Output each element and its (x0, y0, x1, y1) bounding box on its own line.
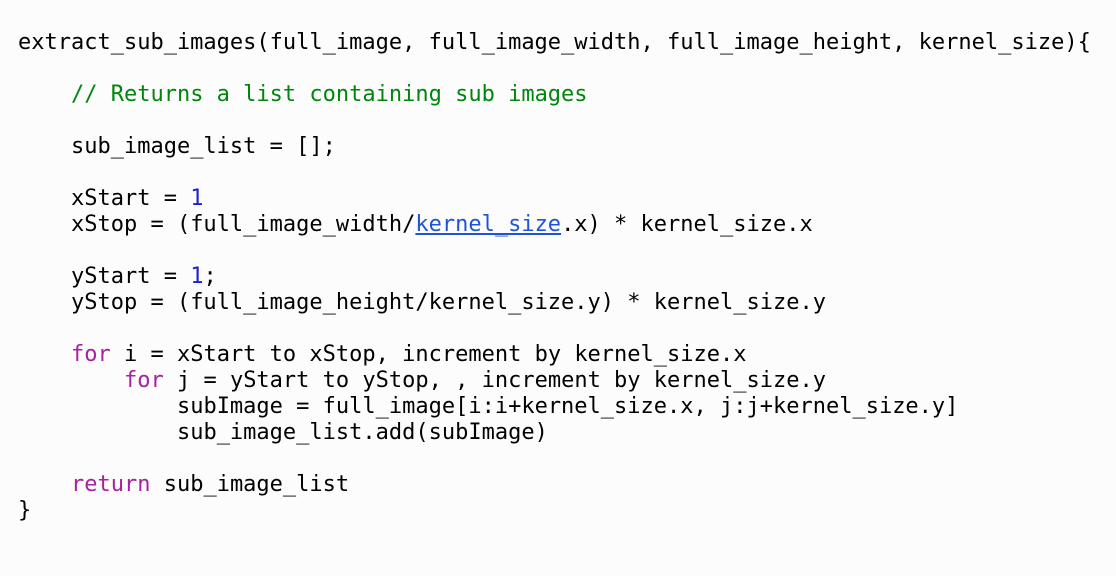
outer-loop-header: i = xStart to xStop, increment by kernel… (110, 342, 747, 367)
for-keyword: for (70, 342, 111, 367)
closing-brace-line: } (18, 498, 1091, 524)
inner-loop-header: j = yStart to yStop, , increment by kern… (163, 368, 826, 393)
function-signature: extract_sub_images(full_image, full_imag… (18, 30, 1091, 55)
for-keyword: for (123, 368, 164, 393)
subimage-line: subImage = full_image[i:i+kernel_size.x,… (18, 394, 1091, 420)
inner-loop-line: for j = yStart to yStop, , increment by … (18, 368, 1091, 394)
ystart-assignment: yStart = (70, 264, 191, 289)
return-line: return sub_image_list (18, 472, 1091, 498)
semicolon: ; (203, 264, 217, 289)
list-add-statement: sub_image_list.add(subImage) (176, 420, 548, 445)
list-add-line: sub_image_list.add(subImage) (18, 420, 1091, 446)
return-value: sub_image_list (150, 472, 350, 497)
list-init-statement: sub_image_list = []; (70, 134, 336, 159)
code-comment: // Returns a list containing sub images (70, 82, 588, 107)
list-init-line: sub_image_list = []; (18, 134, 1091, 160)
xstop-line: xStop = (full_image_width/kernel_size.x)… (18, 212, 1091, 238)
xstart-value: 1 (190, 186, 204, 211)
xstop-assignment: xStop = (full_image_width/ (70, 212, 416, 237)
comment-line: // Returns a list containing sub images (18, 82, 1091, 108)
kernel-size-link[interactable]: kernel_size (415, 212, 561, 237)
xstart-line: xStart = 1 (18, 186, 1091, 212)
subimage-statement: subImage = full_image[i:i+kernel_size.x,… (176, 394, 959, 419)
ystop-line: yStop = (full_image_height/kernel_size.y… (18, 290, 1091, 316)
code-block: extract_sub_images(full_image, full_imag… (18, 30, 1091, 524)
function-signature-line: extract_sub_images(full_image, full_imag… (18, 30, 1091, 56)
ystart-value: 1 (190, 264, 204, 289)
return-keyword: return (70, 472, 151, 497)
ystop-statement: yStop = (full_image_height/kernel_size.y… (70, 290, 826, 315)
outer-loop-line: for i = xStart to xStop, increment by ke… (18, 342, 1091, 368)
xstop-expression: .x) * kernel_size.x (561, 212, 813, 237)
ystart-line: yStart = 1; (18, 264, 1091, 290)
xstart-assignment: xStart = (70, 186, 191, 211)
closing-brace: } (18, 498, 32, 523)
